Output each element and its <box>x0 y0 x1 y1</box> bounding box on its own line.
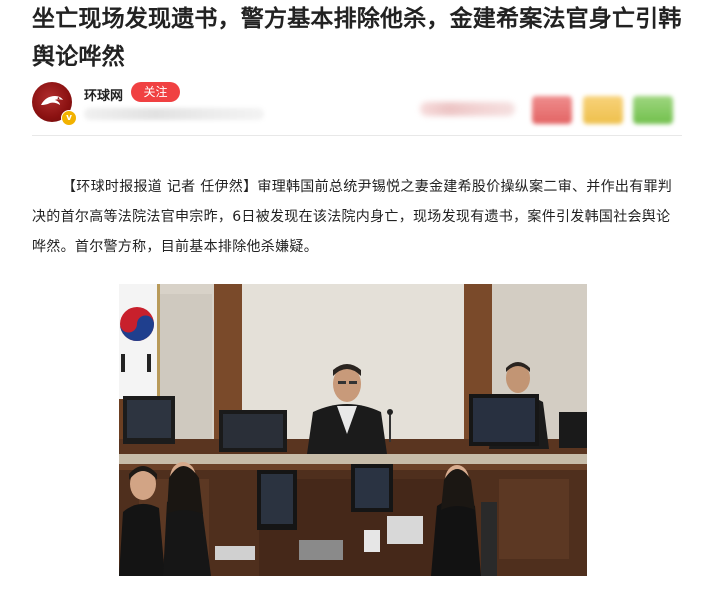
share-icon-yellow[interactable] <box>583 96 623 124</box>
publish-meta-blurred <box>84 108 264 120</box>
eagle-logo-icon <box>41 96 63 105</box>
follow-button[interactable]: 关注 <box>131 82 180 102</box>
divider <box>32 135 682 136</box>
verified-badge-icon: v <box>61 110 77 126</box>
author-name[interactable]: 环球网 <box>84 85 123 104</box>
article-paragraph: 【环球时报报道 记者 任伊然】审理韩国前总统尹锡悦之妻金建希股价操纵案二审、并作… <box>32 179 673 255</box>
author-row: v 环球网 关注 <box>32 80 682 130</box>
blurred-info-strip <box>420 102 515 116</box>
share-icon-red[interactable] <box>532 96 572 124</box>
article-title: 坐亡现场发现遗书，警方基本排除他杀，金建希案法官身亡引韩舆论哗然 <box>32 6 682 70</box>
share-icon-green[interactable] <box>633 96 673 124</box>
courtroom-photo <box>119 284 587 576</box>
